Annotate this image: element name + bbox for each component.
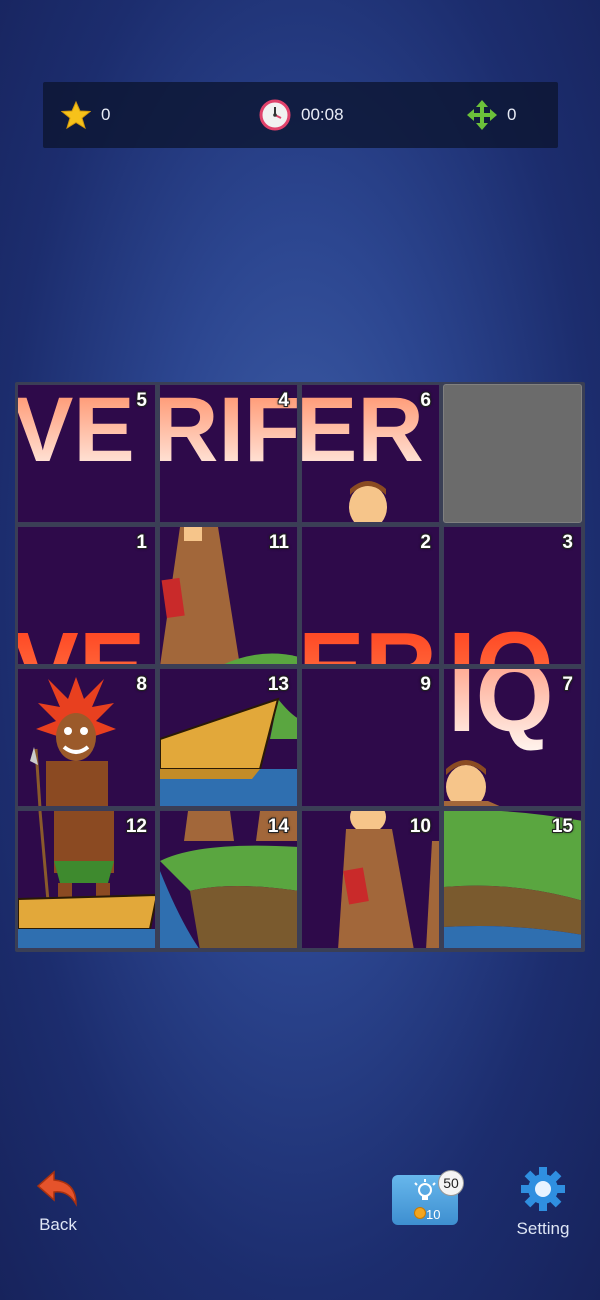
gear-icon [521,1167,565,1211]
puzzle-tile[interactable]: 13 [159,668,298,807]
timer-value: 00:08 [301,105,344,124]
empty-slot[interactable] [443,384,582,523]
score-stat: 0 [61,82,110,148]
tile-number: 6 [420,390,431,411]
puzzle-tile[interactable]: IQ 3 [443,526,582,665]
tile-number: 5 [136,390,147,411]
hint-cost: 10 [426,1207,441,1222]
svg-text:IQ: IQ [448,612,554,665]
svg-text:VE: VE [18,612,145,665]
hint-count-badge: 50 [438,1170,464,1196]
svg-text:ER: ER [302,385,424,481]
svg-text:VE: VE [18,385,135,481]
tile-number: 1 [136,532,147,553]
back-button[interactable]: Back [30,1168,86,1235]
moves-value: 0 [507,105,517,124]
puzzle-tile[interactable]: 15 [443,810,582,949]
puzzle-board: VE 5 RIF 4 ER 6 VE 1 11 [15,382,585,952]
tile-number: 4 [278,390,289,411]
lightbulb-icon [414,1179,436,1200]
back-arrow-icon [36,1170,77,1207]
coin-icon [414,1207,426,1219]
puzzle-tile[interactable]: ER 2 [301,526,440,665]
tile-number: 8 [136,674,147,695]
puzzle-tile[interactable]: 8 [17,668,156,807]
tile-number: 2 [420,532,431,553]
tile-number: 7 [562,674,573,695]
puzzle-tile[interactable]: 11 [159,526,298,665]
setting-label: Setting [516,1219,570,1238]
setting-button[interactable]: Setting [512,1166,574,1239]
back-label: Back [39,1215,77,1234]
puzzle-tile[interactable]: 14 [159,810,298,949]
puzzle-tile[interactable]: 12 [17,810,156,949]
tile-number: 11 [268,532,289,553]
tile-number: 12 [125,816,147,837]
tile-number: 3 [562,532,573,553]
puzzle-tile[interactable]: VE 1 [17,526,156,665]
moves-stat: 0 [467,82,516,148]
puzzle-tile[interactable]: 9 [301,668,440,807]
puzzle-tile[interactable]: RIF 4 [159,384,298,523]
puzzle-tile[interactable]: VE 5 [17,384,156,523]
tile-number: 9 [420,674,431,695]
move-arrows-icon [467,100,497,130]
status-bar: 0 00:08 0 [43,82,558,148]
timer-stat: 00:08 [259,82,344,148]
puzzle-tile[interactable]: 10 [301,810,440,949]
score-value: 0 [101,105,111,124]
svg-text:ER: ER [302,612,437,665]
puzzle-tile[interactable]: IQ 7 [443,668,582,807]
star-icon [61,100,91,130]
clock-icon [259,99,291,131]
svg-text:IQ: IQ [448,669,554,753]
puzzle-tile[interactable]: ER 6 [301,384,440,523]
tile-number: 14 [267,816,289,837]
tile-number: 15 [551,816,573,837]
tile-number: 13 [267,674,289,695]
tile-number: 10 [409,816,431,837]
